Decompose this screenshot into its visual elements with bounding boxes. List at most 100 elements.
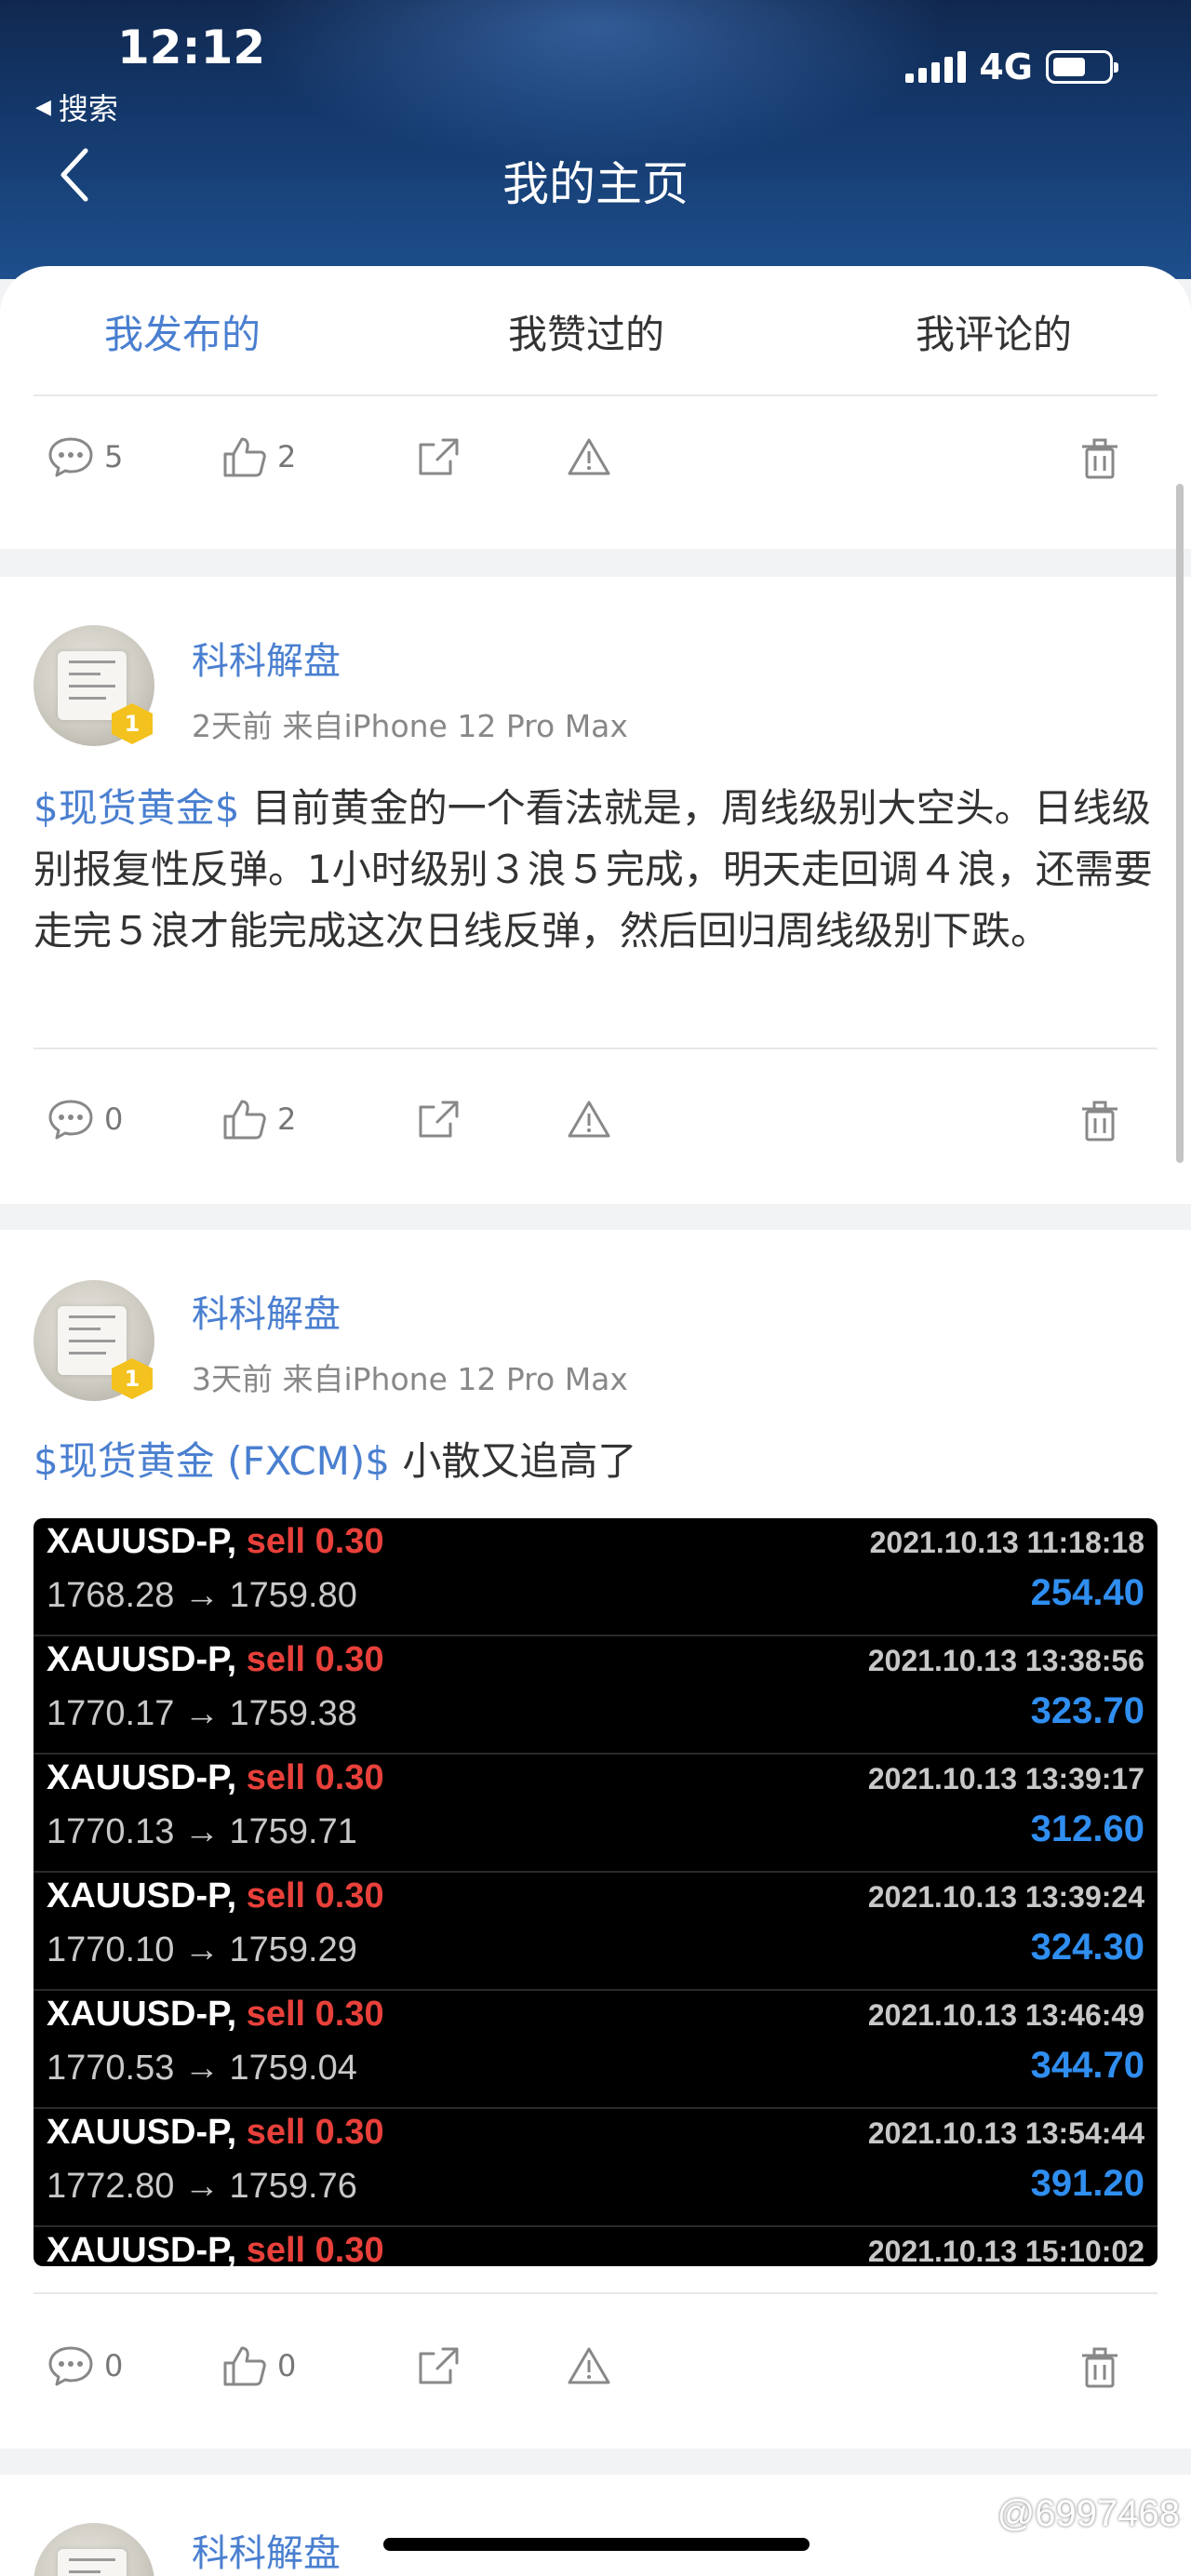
share-icon — [419, 2347, 459, 2384]
home-indicator[interactable] — [383, 2538, 810, 2551]
trade-profit: 324.30 — [1030, 1927, 1144, 1968]
like-count: 2 — [277, 1101, 297, 1137]
trade-row: XAUUSD-P, sell 0.30 2021.10.13 11:18:18 … — [33, 1518, 1158, 1636]
post-actions: 0 0 — [0, 2333, 1191, 2408]
avatar[interactable]: 1 — [33, 625, 154, 746]
trade-symbol: XAUUSD-P, — [47, 1522, 237, 1561]
author-name[interactable]: 科科解盘 — [192, 631, 341, 685]
comment-icon — [48, 437, 93, 477]
trade-side: sell 0.30 — [246, 1758, 384, 1797]
trade-row: XAUUSD-P, sell 0.30 2021.10.13 13:38:56 … — [33, 1636, 1158, 1755]
scroll-indicator[interactable] — [1176, 484, 1184, 1163]
report-icon — [568, 438, 610, 475]
tab-my-comments[interactable]: 我评论的 — [916, 303, 1072, 360]
comment-icon — [48, 2346, 93, 2386]
trade-profit: 344.70 — [1030, 2045, 1144, 2086]
trade-time: 2021.10.13 13:39:17 — [867, 1762, 1144, 1795]
status-indicators: 4G — [905, 47, 1118, 87]
header-glow — [242, 0, 949, 167]
trade-time: 2021.10.13 13:39:24 — [867, 1880, 1144, 1914]
header: 12:12 ◀ 搜索 4G 我的主页 — [0, 0, 1191, 279]
delete-icon — [1082, 2347, 1117, 2388]
trade-prices: 1770.53 → 1759.04 — [47, 2049, 357, 2088]
share-button[interactable] — [415, 2344, 462, 2387]
trade-profit: 254.40 — [1030, 1572, 1144, 1613]
trade-symbol: XAUUSD-P, — [47, 2113, 237, 2152]
post-card-1: 1 科科解盘 2天前 来自iPhone 12 Pro Max $现货黄金$ 目前… — [0, 577, 1191, 1204]
trade-symbol: XAUUSD-P, — [47, 1640, 237, 1679]
like-button[interactable]: 2 — [221, 1098, 296, 1141]
report-icon — [568, 2347, 610, 2384]
comment-button[interactable]: 5 — [47, 435, 123, 478]
trade-symbol: XAUUSD-P, — [47, 1995, 237, 2034]
status-back-link[interactable]: ◀ 搜索 — [35, 86, 118, 128]
stock-tag[interactable]: $现货黄金 (FXCM)$ — [33, 1438, 390, 1484]
share-icon — [419, 1101, 459, 1138]
delete-icon — [1082, 1101, 1117, 1141]
trade-side: sell 0.30 — [246, 1522, 384, 1561]
delete-button[interactable] — [1077, 2344, 1122, 2389]
like-button[interactable]: 2 — [221, 435, 296, 478]
avatar[interactable]: 1 — [33, 1280, 154, 1401]
author-name[interactable]: 科科解盘 — [192, 1284, 341, 1338]
page-title: 我的主页 — [502, 157, 689, 211]
comment-count: 0 — [104, 2348, 124, 2383]
battery-icon — [1046, 50, 1118, 84]
trade-profit: 323.70 — [1030, 1690, 1144, 1731]
status-time: 12:12 — [117, 20, 266, 74]
share-button[interactable] — [415, 1098, 462, 1141]
share-icon — [419, 438, 459, 475]
trade-row: XAUUSD-P, sell 0.30 2021.10.13 13:54:44 … — [33, 2109, 1158, 2227]
post-card-0: 5 2 — [0, 396, 1191, 549]
back-triangle-icon: ◀ — [35, 95, 51, 119]
trade-screenshot[interactable]: XAUUSD-P, sell 0.30 2021.10.13 11:18:18 … — [33, 1518, 1158, 2266]
comment-count: 0 — [104, 1101, 124, 1137]
trade-row: XAUUSD-P, sell 0.30 2021.10.13 13:39:17 … — [33, 1755, 1158, 1873]
post-meta: 2天前 来自iPhone 12 Pro Max — [192, 708, 628, 744]
report-button[interactable] — [566, 2344, 612, 2387]
delete-button[interactable] — [1077, 435, 1122, 480]
trade-side: sell 0.30 — [246, 1995, 384, 2034]
comment-icon — [48, 1100, 93, 1140]
trade-symbol: XAUUSD-P, — [47, 2231, 237, 2266]
trade-prices: 1770.17 → 1759.38 — [47, 1694, 357, 1733]
trade-profit: 312.60 — [1030, 1809, 1144, 1849]
trade-profit: 391.20 — [1030, 2163, 1144, 2204]
post-meta: 3天前 来自iPhone 12 Pro Max — [192, 1361, 628, 1397]
card-divider — [33, 2292, 1158, 2294]
author-name[interactable]: 科科解盘 — [192, 2523, 341, 2576]
report-button[interactable] — [566, 435, 612, 478]
tab-my-likes[interactable]: 我赞过的 — [508, 303, 664, 360]
delete-button[interactable] — [1077, 1098, 1122, 1142]
post-text: $现货黄金$ 目前黄金的一个看法就是，周线级别大空头。日线级别报复性反弹。1小时… — [33, 778, 1159, 962]
delete-icon — [1082, 438, 1117, 479]
comment-button[interactable]: 0 — [47, 1098, 123, 1141]
watermark: @6997468 — [997, 2493, 1180, 2534]
avatar[interactable] — [33, 2523, 154, 2576]
like-count: 2 — [277, 439, 297, 474]
share-button[interactable] — [415, 435, 462, 478]
comment-button[interactable]: 0 — [47, 2344, 123, 2387]
tab-bar: 我发布的 我赞过的 我评论的 — [0, 266, 1191, 396]
stock-tag[interactable]: $现货黄金$ — [33, 785, 239, 831]
post-actions: 5 2 — [0, 424, 1191, 499]
report-button[interactable] — [566, 1098, 612, 1141]
post-actions: 0 2 — [0, 1087, 1191, 1161]
trade-row: XAUUSD-P, sell 0.30 2021.10.13 15:10:02 — [33, 2227, 1158, 2266]
post-body: 小散又追高了 — [390, 1438, 637, 1484]
trade-side: sell 0.30 — [246, 1876, 384, 1915]
like-icon — [223, 437, 266, 477]
post-text: $现货黄金 (FXCM)$ 小散又追高了 — [33, 1431, 1159, 1492]
trade-time: 2021.10.13 13:38:56 — [867, 1644, 1144, 1677]
card-divider — [33, 1048, 1158, 1049]
trade-prices: 1768.28 → 1759.80 — [47, 1576, 357, 1615]
trade-time: 2021.10.13 13:54:44 — [867, 2116, 1144, 2150]
like-button[interactable]: 0 — [221, 2344, 296, 2387]
trade-row: XAUUSD-P, sell 0.30 2021.10.13 13:39:24 … — [33, 1873, 1158, 1991]
trade-time: 2021.10.13 15:10:02 — [867, 2235, 1144, 2266]
trade-side: sell 0.30 — [246, 2113, 384, 2152]
network-type: 4G — [979, 47, 1033, 87]
trade-side: sell 0.30 — [246, 1640, 384, 1679]
signal-icon — [905, 51, 967, 83]
tab-my-posts[interactable]: 我发布的 — [104, 303, 261, 360]
